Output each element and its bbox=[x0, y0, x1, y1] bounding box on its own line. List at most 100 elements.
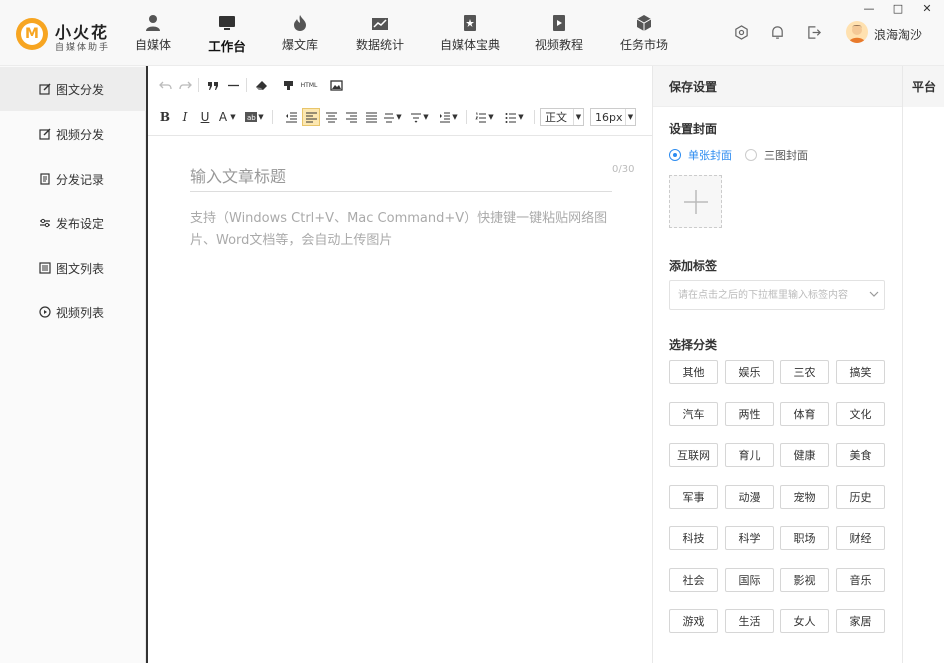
category-button[interactable]: 其他 bbox=[669, 360, 718, 384]
caret-down-icon[interactable]: ▼ bbox=[487, 108, 495, 126]
caret-down-icon[interactable]: ▼ bbox=[422, 108, 430, 126]
image-icon[interactable] bbox=[327, 76, 345, 94]
html-source-button[interactable]: HTML bbox=[297, 76, 321, 94]
maximize-button[interactable]: □ bbox=[889, 1, 907, 15]
eraser-icon[interactable] bbox=[252, 76, 270, 94]
caret-down-icon[interactable]: ▼ bbox=[257, 108, 265, 126]
nav-item-media[interactable]: 自媒体 bbox=[128, 0, 178, 66]
category-button[interactable]: 互联网 bbox=[669, 443, 718, 467]
sidebar-item-article-list[interactable]: 图文列表 bbox=[0, 246, 146, 290]
category-button[interactable]: 国际 bbox=[725, 568, 774, 592]
format-painter-icon[interactable] bbox=[279, 76, 297, 94]
category-button[interactable]: 科技 bbox=[669, 526, 718, 550]
sidebar-item-publish-settings[interactable]: 发布设定 bbox=[0, 201, 146, 245]
category-button[interactable]: 健康 bbox=[780, 443, 829, 467]
category-button[interactable]: 社会 bbox=[669, 568, 718, 592]
category-button[interactable]: 生活 bbox=[725, 609, 774, 633]
highlight-color-icon[interactable]: ab bbox=[244, 108, 258, 126]
category-button[interactable]: 女人 bbox=[780, 609, 829, 633]
align-left-icon[interactable] bbox=[302, 108, 320, 126]
cover-option-triple[interactable]: 三图封面 bbox=[745, 147, 808, 163]
flame-icon bbox=[291, 14, 309, 32]
category-button[interactable]: 汽车 bbox=[669, 402, 718, 426]
caret-down-icon: ▼ bbox=[573, 109, 583, 125]
category-button[interactable]: 三农 bbox=[780, 360, 829, 384]
nav-item-viral-articles[interactable]: 爆文库 bbox=[275, 0, 325, 66]
chevron-down-icon[interactable] bbox=[868, 288, 880, 300]
caret-down-icon[interactable]: ▼ bbox=[395, 108, 403, 126]
plus-icon bbox=[683, 189, 708, 214]
category-button[interactable]: 财经 bbox=[836, 526, 885, 550]
record-icon bbox=[39, 173, 51, 185]
category-button[interactable]: 娱乐 bbox=[725, 360, 774, 384]
undo-icon[interactable] bbox=[156, 76, 174, 94]
bell-icon[interactable] bbox=[769, 24, 785, 40]
category-button[interactable]: 音乐 bbox=[836, 568, 885, 592]
category-button[interactable]: 文化 bbox=[836, 402, 885, 426]
caret-down-icon[interactable]: ▼ bbox=[229, 108, 237, 126]
save-settings-panel: 保存设置 设置封面 单张封面 三图封面 添加标签 选择分类 其他娱乐三农搞笑汽车… bbox=[652, 66, 902, 663]
caret-down-icon[interactable]: ▼ bbox=[517, 108, 525, 126]
video-icon bbox=[550, 14, 568, 32]
font-size-select[interactable]: 16px ▼ bbox=[590, 108, 636, 126]
category-button[interactable]: 游戏 bbox=[669, 609, 718, 633]
underline-button[interactable]: U bbox=[196, 108, 214, 126]
category-button[interactable]: 职场 bbox=[780, 526, 829, 550]
redo-icon[interactable] bbox=[176, 76, 194, 94]
article-body-editor[interactable]: 支持（Windows Ctrl+V、Mac Command+V）快捷键一键粘贴网… bbox=[190, 208, 610, 252]
category-button[interactable]: 影视 bbox=[780, 568, 829, 592]
category-button[interactable]: 历史 bbox=[836, 485, 885, 509]
quote-icon[interactable] bbox=[204, 76, 222, 94]
sidebar-item-publish-records[interactable]: 分发记录 bbox=[0, 157, 146, 201]
unordered-list-icon[interactable] bbox=[504, 108, 518, 126]
paragraph-spacing-icon[interactable] bbox=[409, 108, 423, 126]
ordered-list-icon[interactable] bbox=[474, 108, 488, 126]
sidebar-item-video-publish[interactable]: 视频分发 bbox=[0, 112, 146, 156]
caret-down-icon[interactable]: ▼ bbox=[451, 108, 459, 126]
category-button[interactable]: 搞笑 bbox=[836, 360, 885, 384]
username[interactable]: 浪海淘沙 bbox=[874, 26, 922, 43]
align-center-icon[interactable] bbox=[322, 108, 340, 126]
nav-item-workbench[interactable]: 工作台 bbox=[202, 0, 252, 66]
article-title-input[interactable] bbox=[190, 162, 612, 192]
avatar[interactable] bbox=[846, 21, 868, 43]
category-button[interactable]: 宠物 bbox=[780, 485, 829, 509]
nav-item-handbook[interactable]: 自媒体宝典 bbox=[438, 0, 502, 66]
toolbar-divider bbox=[246, 78, 247, 92]
nav-item-task-market[interactable]: 任务市场 bbox=[615, 0, 673, 66]
settings-hexagon-icon[interactable] bbox=[733, 24, 749, 40]
settings-header: 保存设置 bbox=[653, 66, 902, 107]
category-button[interactable]: 动漫 bbox=[725, 485, 774, 509]
font-color-button[interactable]: A bbox=[216, 108, 230, 126]
minimize-button[interactable]: — bbox=[860, 1, 878, 15]
category-button[interactable]: 两性 bbox=[725, 402, 774, 426]
logout-icon[interactable] bbox=[806, 24, 822, 40]
align-justify-icon[interactable] bbox=[362, 108, 380, 126]
tags-section-title: 添加标签 bbox=[669, 259, 718, 273]
bold-button[interactable]: B bbox=[156, 108, 174, 126]
category-button[interactable]: 美食 bbox=[836, 443, 885, 467]
sidebar-item-video-list[interactable]: 视频列表 bbox=[0, 290, 146, 334]
sidebar-item-article-publish[interactable]: 图文分发 bbox=[0, 67, 146, 111]
close-button[interactable]: ✕ bbox=[918, 1, 936, 15]
sidebar-item-label: 图文列表 bbox=[56, 261, 105, 276]
category-button[interactable]: 家居 bbox=[836, 609, 885, 633]
category-button[interactable]: 科学 bbox=[725, 526, 774, 550]
outdent-icon[interactable] bbox=[282, 108, 300, 126]
tags-input[interactable] bbox=[669, 280, 885, 310]
sidebar-item-label: 视频列表 bbox=[56, 305, 105, 320]
nav-item-video-tutorials[interactable]: 视频教程 bbox=[530, 0, 588, 66]
italic-button[interactable]: I bbox=[176, 108, 194, 126]
cover-upload-box[interactable] bbox=[669, 175, 722, 228]
nav-item-statistics[interactable]: 数据统计 bbox=[352, 0, 408, 66]
horizontal-rule-icon[interactable] bbox=[224, 76, 242, 94]
line-spacing-icon[interactable] bbox=[382, 108, 396, 126]
toolbar-divider bbox=[272, 110, 273, 124]
paragraph-style-select[interactable]: 正文 ▼ bbox=[540, 108, 584, 126]
indent-icon[interactable] bbox=[438, 108, 452, 126]
align-right-icon[interactable] bbox=[342, 108, 360, 126]
cover-option-single[interactable]: 单张封面 bbox=[669, 147, 732, 163]
category-button[interactable]: 体育 bbox=[780, 402, 829, 426]
category-button[interactable]: 育儿 bbox=[725, 443, 774, 467]
category-button[interactable]: 军事 bbox=[669, 485, 718, 509]
